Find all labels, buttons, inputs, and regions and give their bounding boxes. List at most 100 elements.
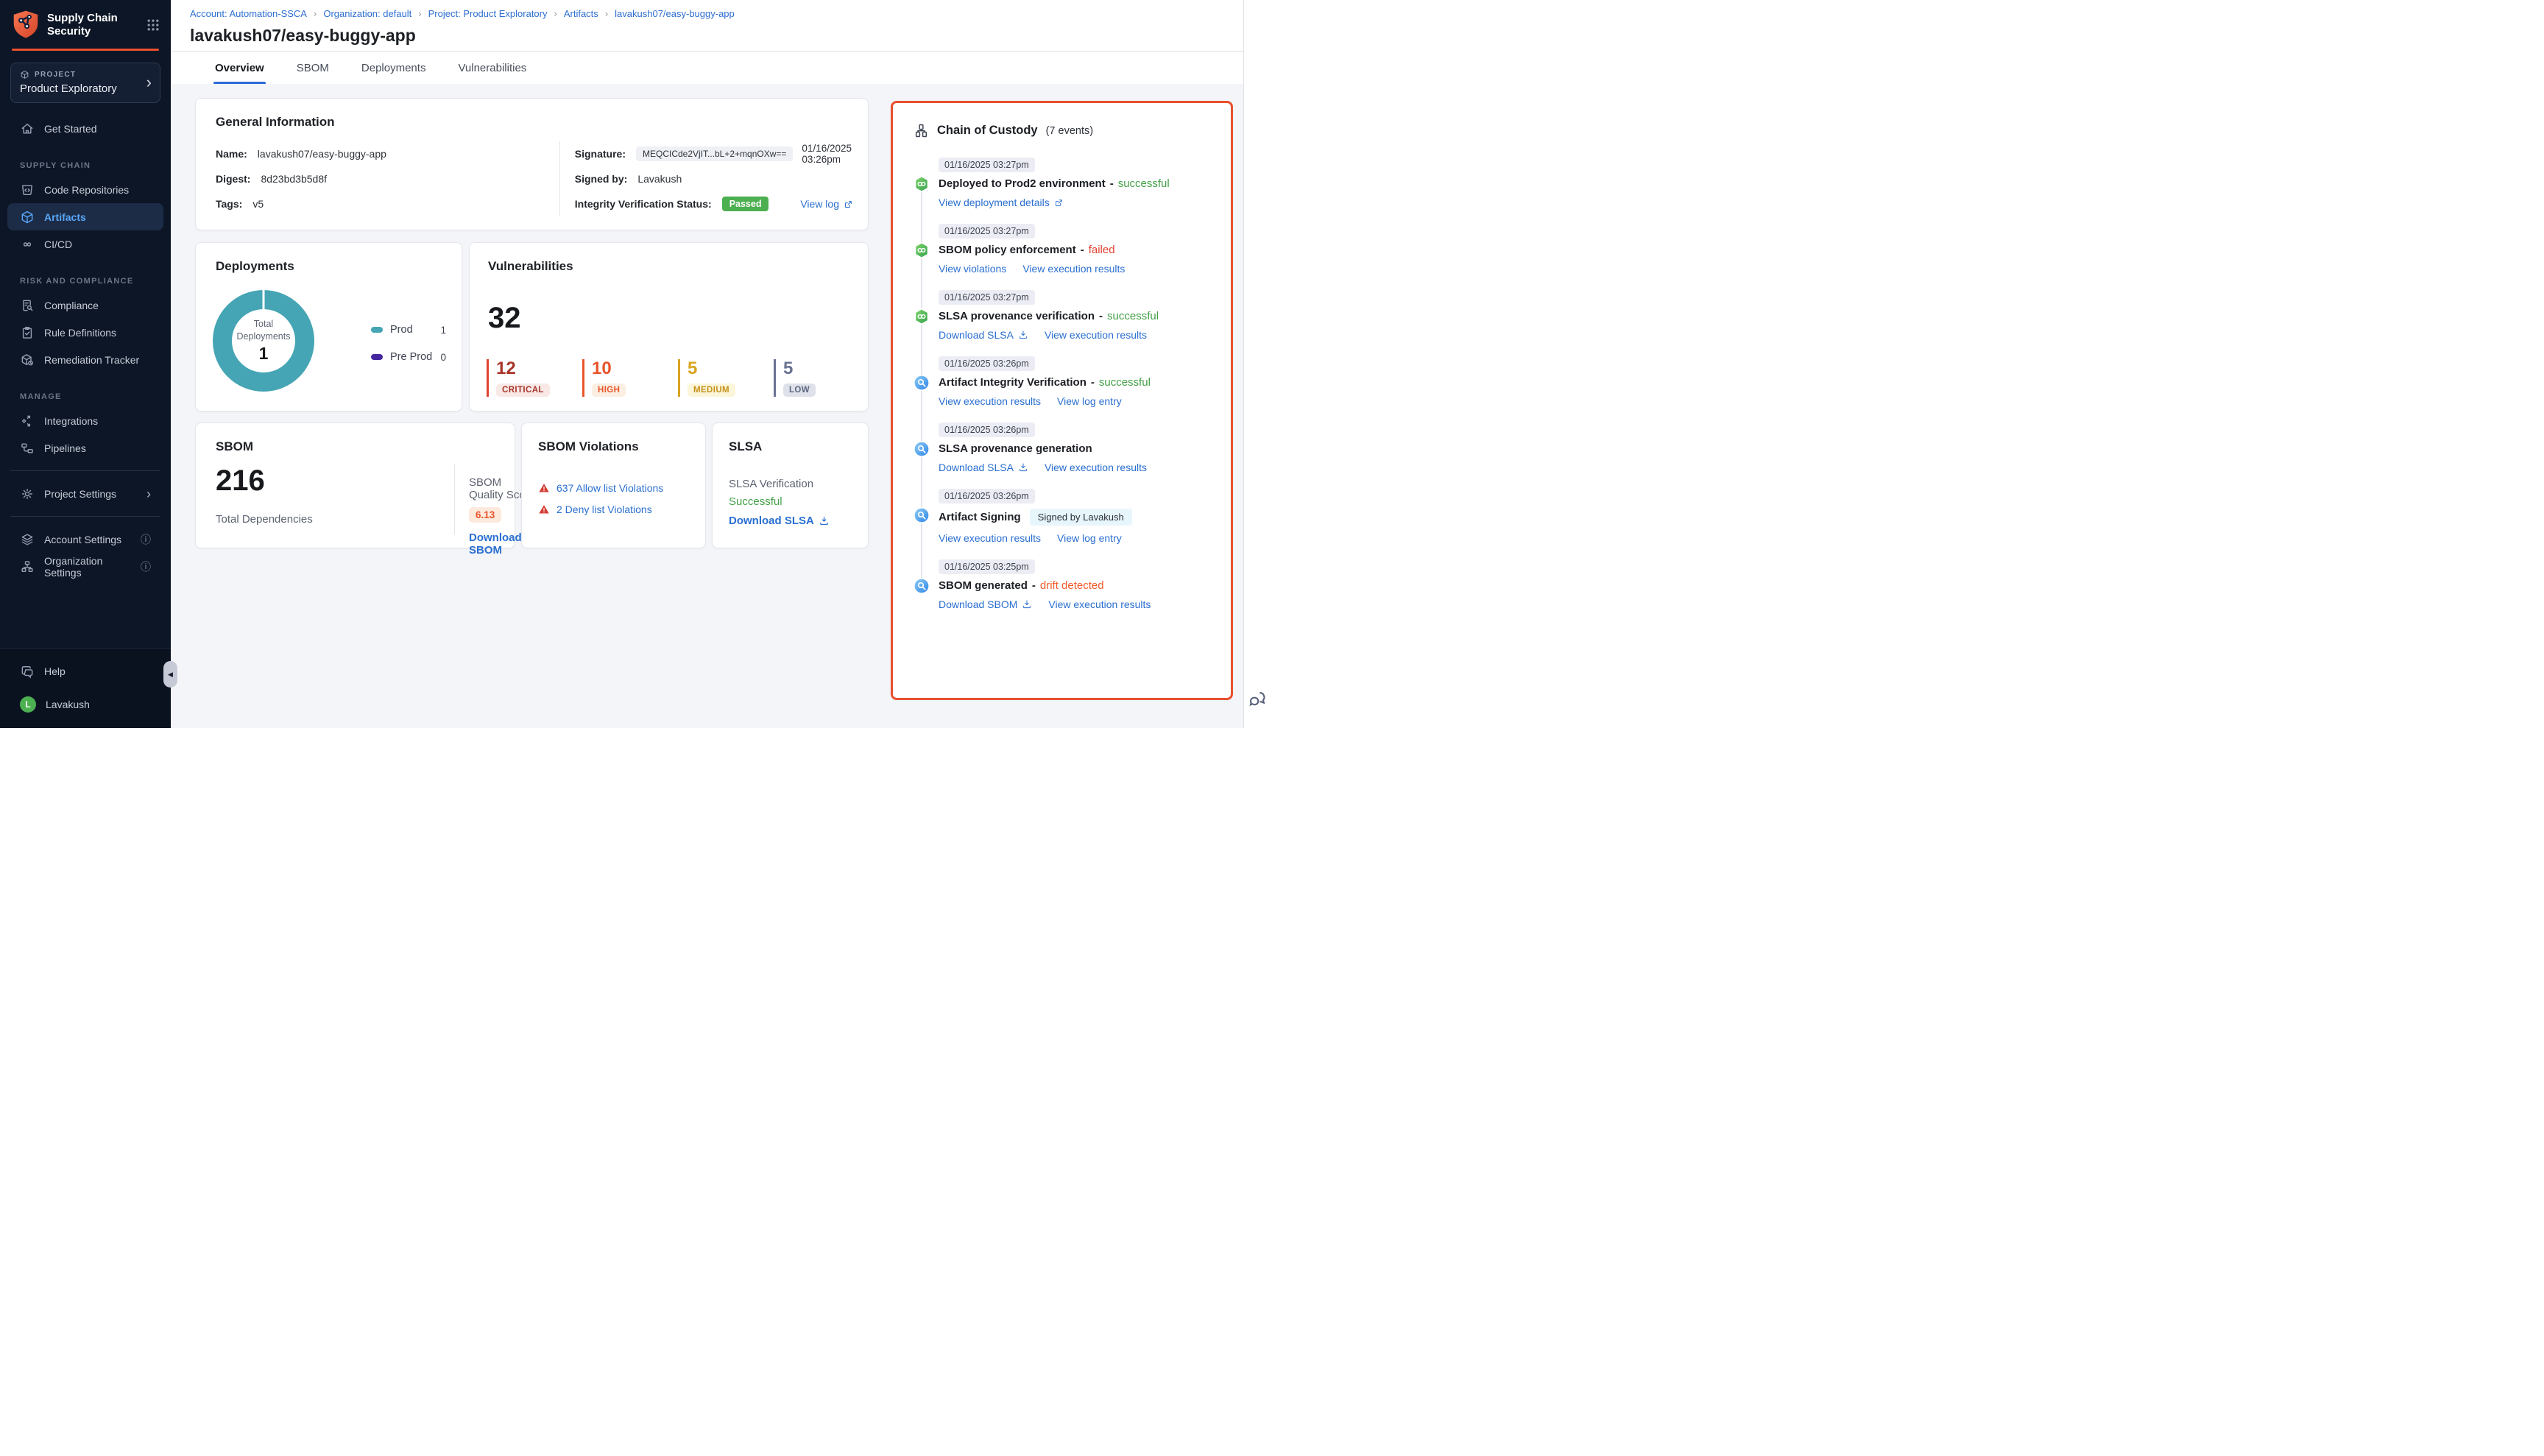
severity-breakdown: 12 CRITICAL10 HIGH5 MEDIUM5 LOW xyxy=(487,359,869,397)
signature-value[interactable]: MEQCICde2VjIT...bL+2+mqnOXw== xyxy=(636,146,793,161)
breadcrumb-link[interactable]: lavakush07/easy-buggy-app xyxy=(615,8,735,19)
signature-date: 01/16/2025 03:26pm xyxy=(802,143,853,165)
event-link-view-violations[interactable]: View violations xyxy=(939,263,1006,275)
breadcrumb-separator: › xyxy=(554,8,557,19)
digest-label: Digest: xyxy=(216,173,250,185)
chain-of-custody-title: Chain of Custody xyxy=(937,124,1038,138)
chain-of-custody-count: (7 events) xyxy=(1046,125,1093,137)
download-icon xyxy=(1018,330,1028,340)
custody-event: 01/16/2025 03:26pm Artifact Integrity Ve… xyxy=(914,356,1231,407)
sidebar-item-pipelines[interactable]: Pipelines xyxy=(7,434,163,462)
warning-triangle-icon xyxy=(538,503,550,515)
sbom-card: SBOM 216 Total Dependencies SBOM Quality… xyxy=(195,423,515,548)
tab-bar: Overview SBOM Deployments Vulnerabilities xyxy=(171,52,1243,84)
event-link-view-execution-results[interactable]: View execution results xyxy=(1045,462,1147,473)
warning-triangle-icon xyxy=(538,482,550,494)
sidebar-item-get-started[interactable]: Get Started xyxy=(7,115,163,142)
sbom-violations-title: SBOM Violations xyxy=(538,439,705,454)
project-label: PROJECT xyxy=(35,71,76,79)
breadcrumb-separator: › xyxy=(314,8,317,19)
download-slsa-link[interactable]: Download SLSA xyxy=(729,515,830,527)
chevron-right-icon: › xyxy=(146,487,151,501)
infinity-icon xyxy=(20,237,35,252)
severity-badge: MEDIUM xyxy=(688,384,735,397)
sidebar-item-rule-definitions[interactable]: Rule Definitions xyxy=(7,319,163,346)
breadcrumb-link[interactable]: Account: Automation-SSCA xyxy=(190,8,307,19)
clipboard-icon xyxy=(20,325,35,340)
sidebar-item-project-settings[interactable]: Project Settings› xyxy=(7,480,163,507)
donut-center-label-1: Total xyxy=(254,318,273,330)
sidebar-item-integrations[interactable]: Integrations xyxy=(7,407,163,434)
event-signed-badge: Signed by Lavakush xyxy=(1030,509,1132,526)
event-link-view-execution-results[interactable]: View execution results xyxy=(1045,329,1147,341)
pipelines-icon xyxy=(20,441,35,456)
violation-row: 2 Deny list Violations xyxy=(538,503,663,515)
vulnerabilities-total: 32 xyxy=(488,302,868,335)
vulnerabilities-title: Vulnerabilities xyxy=(488,259,868,274)
event-link-view-deployment-details[interactable]: View deployment details xyxy=(939,197,1064,208)
breadcrumb-link[interactable]: Organization: default xyxy=(323,8,411,19)
breadcrumb-link[interactable]: Artifacts xyxy=(564,8,598,19)
chain-of-custody-panel: Chain of Custody (7 events) 01/16/2025 0… xyxy=(891,101,1233,700)
sidebar-item-artifacts[interactable]: Artifacts xyxy=(7,203,163,230)
event-link-view-execution-results[interactable]: View execution results xyxy=(1048,598,1151,610)
event-link-view-execution-results[interactable]: View execution results xyxy=(1022,263,1125,275)
help-chat-icon xyxy=(20,664,35,679)
breadcrumb-link[interactable]: Project: Product Exploratory xyxy=(428,8,548,19)
tab-vulnerabilities[interactable]: Vulnerabilities xyxy=(456,52,528,84)
sidebar-item-remediation-tracker[interactable]: Remediation Tracker xyxy=(7,346,163,373)
layers-icon xyxy=(20,532,35,547)
info-icon: ⓘ xyxy=(141,532,151,547)
tab-overview[interactable]: Overview xyxy=(213,52,266,84)
severity-badge: HIGH xyxy=(592,384,626,397)
event-link-view-log-entry[interactable]: View log entry xyxy=(1057,532,1122,544)
event-link-download-slsa[interactable]: Download SLSA xyxy=(939,462,1028,473)
sidebar-item-help[interactable]: Help xyxy=(7,657,163,685)
event-link-view-execution-results[interactable]: View execution results xyxy=(939,532,1041,544)
user-name: Lavakush xyxy=(46,699,90,710)
severity-low: 5 LOW xyxy=(774,359,860,397)
sidebar-divider xyxy=(10,470,160,471)
event-status: successful xyxy=(1099,376,1151,389)
legend-row-pre-prod: Pre Prod 0 xyxy=(371,351,446,363)
custody-event: 01/16/2025 03:27pm Deployed to Prod2 env… xyxy=(914,158,1231,208)
repo-icon xyxy=(20,183,35,197)
sidebar-user[interactable]: L Lavakush xyxy=(7,690,163,718)
project-selector[interactable]: PROJECT Product Exploratory › xyxy=(10,63,160,103)
sidebar-item-account-settings[interactable]: Account Settingsⓘ xyxy=(7,526,163,553)
sbom-divider xyxy=(454,464,455,534)
violation-link[interactable]: 637 Allow list Violations xyxy=(556,482,663,494)
slsa-verification-label: SLSA Verification xyxy=(729,478,813,490)
sbom-total-dependencies-value: 216 xyxy=(216,464,265,498)
tab-deployments[interactable]: Deployments xyxy=(360,52,428,84)
sidebar-collapse-handle[interactable]: ◀ xyxy=(163,661,177,688)
tags-value: v5 xyxy=(252,198,264,210)
event-status: successful xyxy=(1118,177,1170,190)
blue-search-icon xyxy=(914,507,930,523)
sidebar-item-compliance[interactable]: Compliance xyxy=(7,291,163,319)
sidebar-item-ci-cd[interactable]: CI/CD xyxy=(7,230,163,258)
main-area: Account: Automation-SSCA › Organization: d… xyxy=(171,0,1243,728)
view-log-link[interactable]: View log xyxy=(800,198,853,210)
sidebar-item-organization-settings[interactable]: Organization Settingsⓘ xyxy=(7,553,163,580)
download-icon xyxy=(819,515,830,526)
project-name: Product Exploratory xyxy=(20,82,151,95)
support-chat-icon[interactable] xyxy=(1248,689,1268,709)
sbom-quality-score-badge: 6.13 xyxy=(469,507,501,523)
event-link-download-sbom[interactable]: Download SBOM xyxy=(939,598,1032,610)
event-link-download-slsa[interactable]: Download SLSA xyxy=(939,329,1028,341)
event-link-view-log-entry[interactable]: View log entry xyxy=(1057,395,1122,407)
sidebar-section-header: MANAGE xyxy=(0,392,171,401)
tags-row: Tags: v5 xyxy=(216,191,559,216)
project-cube-icon xyxy=(20,70,29,79)
blue-search-icon xyxy=(914,578,930,594)
sidebar-item-code-repositories[interactable]: Code Repositories xyxy=(7,176,163,203)
event-link-view-execution-results[interactable]: View execution results xyxy=(939,395,1041,407)
violation-link[interactable]: 2 Deny list Violations xyxy=(556,503,652,515)
tab-sbom[interactable]: SBOM xyxy=(295,52,331,84)
slsa-title: SLSA xyxy=(729,439,868,454)
sidebar-header: Supply Chain Security xyxy=(0,0,171,49)
apps-grid-icon[interactable] xyxy=(146,18,160,32)
custody-event: 01/16/2025 03:27pm SLSA provenance verif… xyxy=(914,290,1231,341)
chain-of-custody-header: Chain of Custody (7 events) xyxy=(914,123,1231,138)
